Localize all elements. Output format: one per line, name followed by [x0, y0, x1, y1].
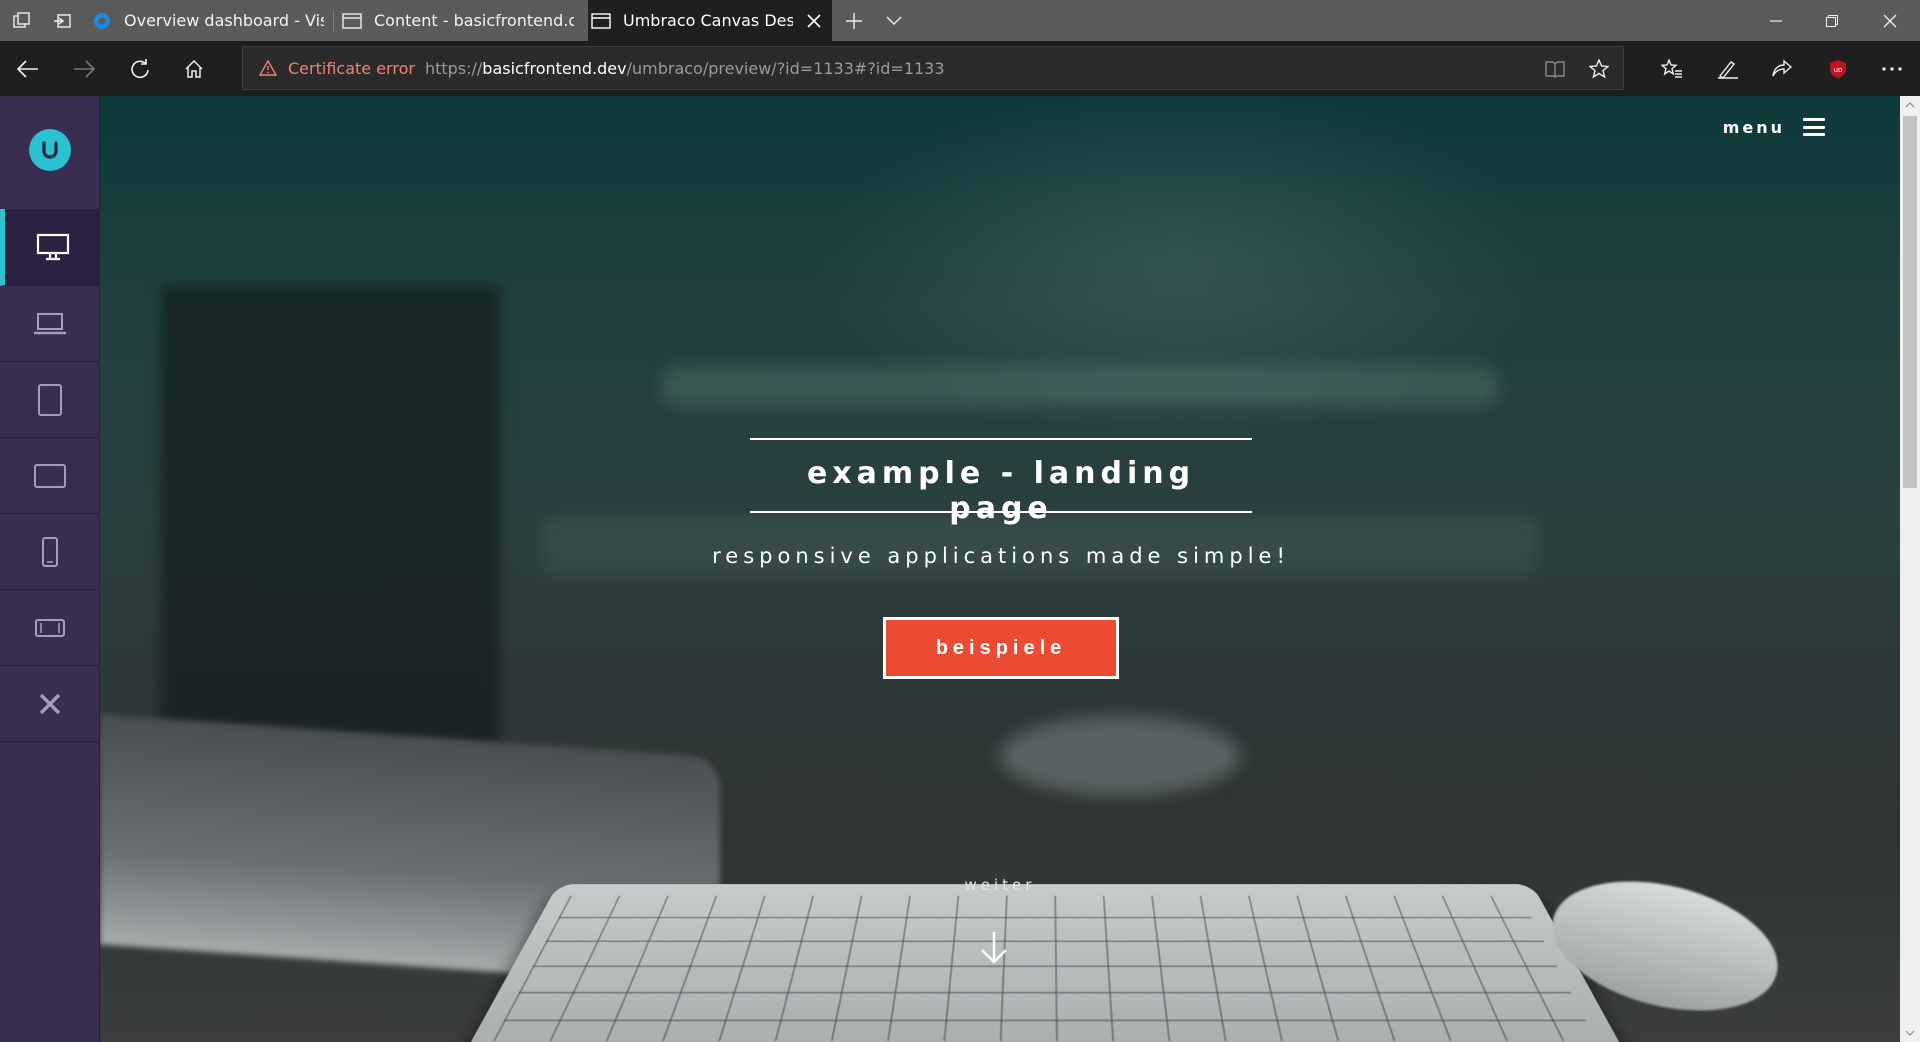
- device-tablet-portrait-button[interactable]: [0, 362, 100, 438]
- refresh-button[interactable]: [112, 41, 168, 96]
- umbraco-logo-icon[interactable]: [29, 129, 71, 171]
- menu-toggle[interactable]: menu: [1723, 114, 1825, 140]
- background-monitor: [160, 286, 500, 766]
- menu-label: menu: [1723, 118, 1785, 137]
- scroll-down-button[interactable]: [1900, 1024, 1920, 1042]
- tab-overview-dashboard[interactable]: Overview dashboard - Visua: [84, 0, 332, 41]
- desktop-icon: [36, 233, 70, 261]
- add-favorite-button[interactable]: [1579, 47, 1619, 91]
- title-rule-top: [750, 438, 1252, 440]
- scroll-thumb[interactable]: [1903, 116, 1917, 488]
- url-text[interactable]: https://basicfrontend.dev/umbraco/previe…: [425, 59, 945, 78]
- svg-text:uo: uo: [1834, 66, 1843, 74]
- address-toolbar: Certificate error https://basicfrontend.…: [0, 41, 1920, 96]
- tab-title: Umbraco Canvas Designer: [623, 11, 793, 30]
- laptop-icon: [33, 312, 67, 336]
- scroll-up-button[interactable]: [1900, 96, 1920, 114]
- tab-umbraco-canvas-designer[interactable]: Umbraco Canvas Designer: [588, 0, 832, 41]
- reading-view-button[interactable]: [1535, 47, 1575, 91]
- tablet-landscape-icon: [33, 463, 67, 489]
- reading-view-icon: [1545, 60, 1565, 78]
- page-scrollbar[interactable]: [1900, 96, 1920, 1042]
- tablet-portrait-icon: [37, 383, 63, 417]
- ublock-extension-button[interactable]: uo: [1810, 41, 1866, 96]
- tab-actions-button[interactable]: [0, 0, 44, 41]
- share-icon: [1771, 59, 1793, 79]
- forward-button[interactable]: [56, 41, 112, 96]
- close-window-button[interactable]: [1862, 0, 1918, 41]
- minimize-button[interactable]: [1748, 0, 1804, 41]
- set-tabs-aside-button[interactable]: [40, 0, 84, 41]
- title-rule-bottom: [750, 511, 1252, 513]
- background-blur: [660, 366, 1500, 406]
- refresh-icon: [130, 59, 150, 79]
- close-icon: [38, 692, 62, 716]
- page-icon: [342, 12, 362, 30]
- visual-studio-icon: [92, 11, 112, 31]
- hero-subtitle: responsive applications made simple!: [600, 544, 1402, 568]
- more-menu-button[interactable]: [1864, 41, 1920, 96]
- background-keyboard: [464, 884, 1627, 1042]
- back-arrow-icon: [17, 60, 39, 78]
- close-tab-icon[interactable]: [807, 14, 821, 28]
- scroll-down-label[interactable]: weiter: [950, 876, 1050, 894]
- beispiele-button[interactable]: beispiele: [883, 617, 1119, 679]
- tab-content[interactable]: Content - basicfrontend.dev: [334, 0, 586, 41]
- device-phone-portrait-button[interactable]: [0, 514, 100, 590]
- forward-arrow-icon: [73, 60, 95, 78]
- arrow-down-icon[interactable]: [976, 930, 1012, 966]
- warning-icon: [258, 58, 278, 78]
- url-path: /umbraco/preview/?id=1133#?id=1133: [627, 59, 945, 78]
- hamburger-icon: [1803, 118, 1825, 136]
- pen-icon: [1717, 59, 1739, 79]
- device-desktop-button[interactable]: [0, 209, 100, 286]
- hero-title: example - landing page: [750, 456, 1252, 526]
- tabs-aside-icon: [53, 12, 71, 30]
- more-icon: [1882, 67, 1902, 71]
- restore-icon: [1826, 15, 1838, 27]
- tab-actions-icon: [13, 12, 31, 30]
- device-phone-landscape-button[interactable]: [0, 590, 100, 666]
- page-icon: [591, 12, 611, 30]
- background-bowl: [1000, 716, 1240, 796]
- back-button[interactable]: [0, 41, 56, 96]
- tab-title: Overview dashboard - Visua: [124, 11, 324, 30]
- device-laptop-button[interactable]: [0, 286, 100, 362]
- tab-preview-button[interactable]: [872, 0, 916, 41]
- url-host: basicfrontend.dev: [482, 59, 626, 78]
- canvas-designer-device-rail: [0, 96, 100, 1042]
- favorites-hub-icon: [1661, 59, 1683, 79]
- tab-title: Content - basicfrontend.dev: [374, 11, 574, 30]
- new-tab-button[interactable]: [832, 0, 876, 41]
- favorites-hub-button[interactable]: [1644, 41, 1700, 96]
- chevron-down-icon: [886, 16, 902, 26]
- home-button[interactable]: [166, 41, 222, 96]
- home-icon: [184, 59, 204, 79]
- phone-portrait-icon: [41, 536, 59, 568]
- plus-icon: [845, 12, 863, 30]
- tab-bar: Overview dashboard - Visua Content - bas…: [0, 0, 1920, 41]
- url-scheme: https://: [425, 59, 482, 78]
- star-icon: [1589, 59, 1609, 79]
- restore-button[interactable]: [1804, 0, 1860, 41]
- address-bar[interactable]: Certificate error https://basicfrontend.…: [242, 46, 1624, 90]
- ublock-icon: uo: [1829, 59, 1847, 79]
- exit-preview-button[interactable]: [0, 666, 100, 742]
- preview-canvas: menu example - landing page responsive a…: [100, 96, 1900, 1042]
- share-button[interactable]: [1754, 41, 1810, 96]
- chevron-up-icon: [1905, 102, 1915, 108]
- device-tablet-landscape-button[interactable]: [0, 438, 100, 514]
- phone-landscape-icon: [34, 618, 66, 638]
- web-note-button[interactable]: [1700, 41, 1756, 96]
- chevron-down-icon: [1905, 1030, 1915, 1036]
- certificate-error-label[interactable]: Certificate error: [288, 59, 415, 78]
- minimize-icon: [1770, 20, 1782, 22]
- close-icon: [1883, 14, 1897, 28]
